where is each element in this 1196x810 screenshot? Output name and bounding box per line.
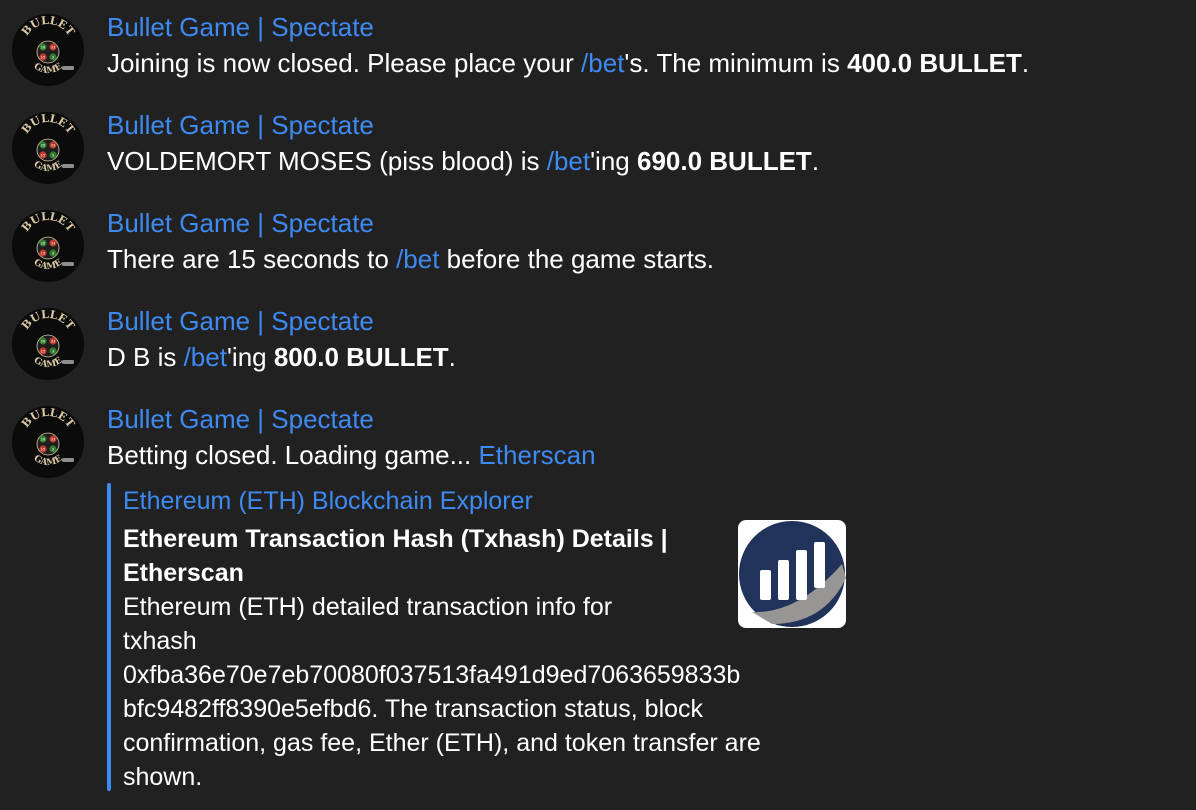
- svg-text:15: 15: [41, 252, 45, 256]
- bet-amount: 690.0 BULLET: [636, 146, 812, 176]
- svg-text:3: 3: [52, 56, 54, 60]
- message-text-segment: before the game starts.: [439, 244, 715, 274]
- bullet-game-logo: BULLET GAME 26 33 15 3: [12, 406, 84, 478]
- link-preview-description: Ethereum (ETH) detailed transaction info…: [123, 593, 761, 791]
- svg-text:26: 26: [41, 242, 45, 246]
- bet-command-link[interactable]: /bet: [396, 244, 439, 274]
- svg-text:15: 15: [41, 448, 45, 452]
- svg-text:15: 15: [41, 56, 45, 60]
- bet-command-link[interactable]: /bet: [581, 48, 624, 78]
- message-text-segment: There are 15 seconds to: [107, 244, 397, 274]
- bullet-game-avatar[interactable]: BULLET GAME 26 33 15 3: [12, 112, 84, 184]
- message-text-segment: VOLDEMORT MOSES (piss blood) is: [107, 146, 547, 176]
- etherscan-logo-graphic: [739, 521, 846, 627]
- bullet-game-logo: BULLET GAME 26 33 15 3: [12, 210, 84, 282]
- svg-text:33: 33: [51, 438, 55, 442]
- bullet-game-logo: BULLET GAME 26 33 15 3: [12, 308, 84, 380]
- svg-text:3: 3: [52, 448, 54, 452]
- svg-text:33: 33: [51, 144, 55, 148]
- message-text-segment: 'ing: [590, 146, 637, 176]
- svg-text:33: 33: [51, 46, 55, 50]
- bullet-game-avatar[interactable]: BULLET GAME 26 33 15 3: [12, 210, 84, 282]
- svg-text:26: 26: [41, 340, 45, 344]
- message-sender[interactable]: Bullet Game | Spectate: [107, 306, 374, 336]
- message-text-segment: Betting closed. Loading game...: [107, 440, 479, 470]
- message-text-segment: D B is: [107, 342, 184, 372]
- svg-text:3: 3: [52, 350, 54, 354]
- message-text: D B is /bet'ing 800.0 BULLET.: [107, 342, 456, 372]
- message-text: There are 15 seconds to /bet before the …: [107, 244, 714, 274]
- bet-command-link[interactable]: /bet: [547, 146, 590, 176]
- link-preview-site-name[interactable]: Ethereum (ETH) Blockchain Explorer: [123, 485, 533, 517]
- bet-amount: 800.0 BULLET: [273, 342, 449, 372]
- message-text-segment: 's. The minimum is: [624, 48, 848, 78]
- message-sender[interactable]: Bullet Game | Spectate: [107, 110, 374, 140]
- bullet-game-avatar[interactable]: BULLET GAME 26 33 15 3: [12, 14, 84, 86]
- svg-text:33: 33: [51, 242, 55, 246]
- message-sender[interactable]: Bullet Game | Spectate: [107, 404, 374, 434]
- svg-text:15: 15: [41, 154, 45, 158]
- svg-text:26: 26: [41, 144, 45, 148]
- message-text-segment: .: [1021, 48, 1030, 78]
- bullet-game-avatar[interactable]: BULLET GAME 26 33 15 3: [12, 406, 84, 478]
- bullet-game-logo: BULLET GAME 26 33 15 3: [12, 112, 84, 184]
- svg-text:3: 3: [52, 252, 54, 256]
- message-text: VOLDEMORT MOSES (piss blood) is /bet'ing…: [107, 146, 819, 176]
- message-text: Betting closed. Loading game... Ethersca…: [107, 440, 596, 470]
- message-text-segment: 'ing: [226, 342, 274, 372]
- bet-amount: 400.0 BULLET: [847, 48, 1022, 78]
- svg-text:26: 26: [41, 46, 45, 50]
- message-sender[interactable]: Bullet Game | Spectate: [107, 12, 374, 42]
- etherscan-logo-icon[interactable]: [738, 520, 846, 628]
- svg-text:3: 3: [52, 154, 54, 158]
- message-text: Joining is now closed. Please place your…: [107, 48, 1029, 78]
- link-preview-title: Ethereum Transaction Hash (Txhash) Detai…: [123, 525, 668, 587]
- link-preview-card[interactable]: Ethereum (ETH) Blockchain Explorer Ether…: [107, 483, 867, 791]
- svg-text:33: 33: [51, 340, 55, 344]
- etherscan-link[interactable]: Etherscan: [478, 440, 595, 470]
- message-text-segment: .: [811, 146, 820, 176]
- bullet-game-logo: BULLET GAME 26 33 15 3: [12, 14, 84, 86]
- bullet-game-avatar[interactable]: BULLET GAME 26 33 15 3: [12, 308, 84, 380]
- bet-command-link[interactable]: /bet: [184, 342, 227, 372]
- message-text-segment: Joining is now closed. Please place your: [107, 48, 582, 78]
- svg-text:26: 26: [41, 438, 45, 442]
- message-text-segment: .: [448, 342, 456, 372]
- message-sender[interactable]: Bullet Game | Spectate: [107, 208, 374, 238]
- svg-text:15: 15: [41, 350, 45, 354]
- link-preview-accent-bar: [107, 483, 111, 791]
